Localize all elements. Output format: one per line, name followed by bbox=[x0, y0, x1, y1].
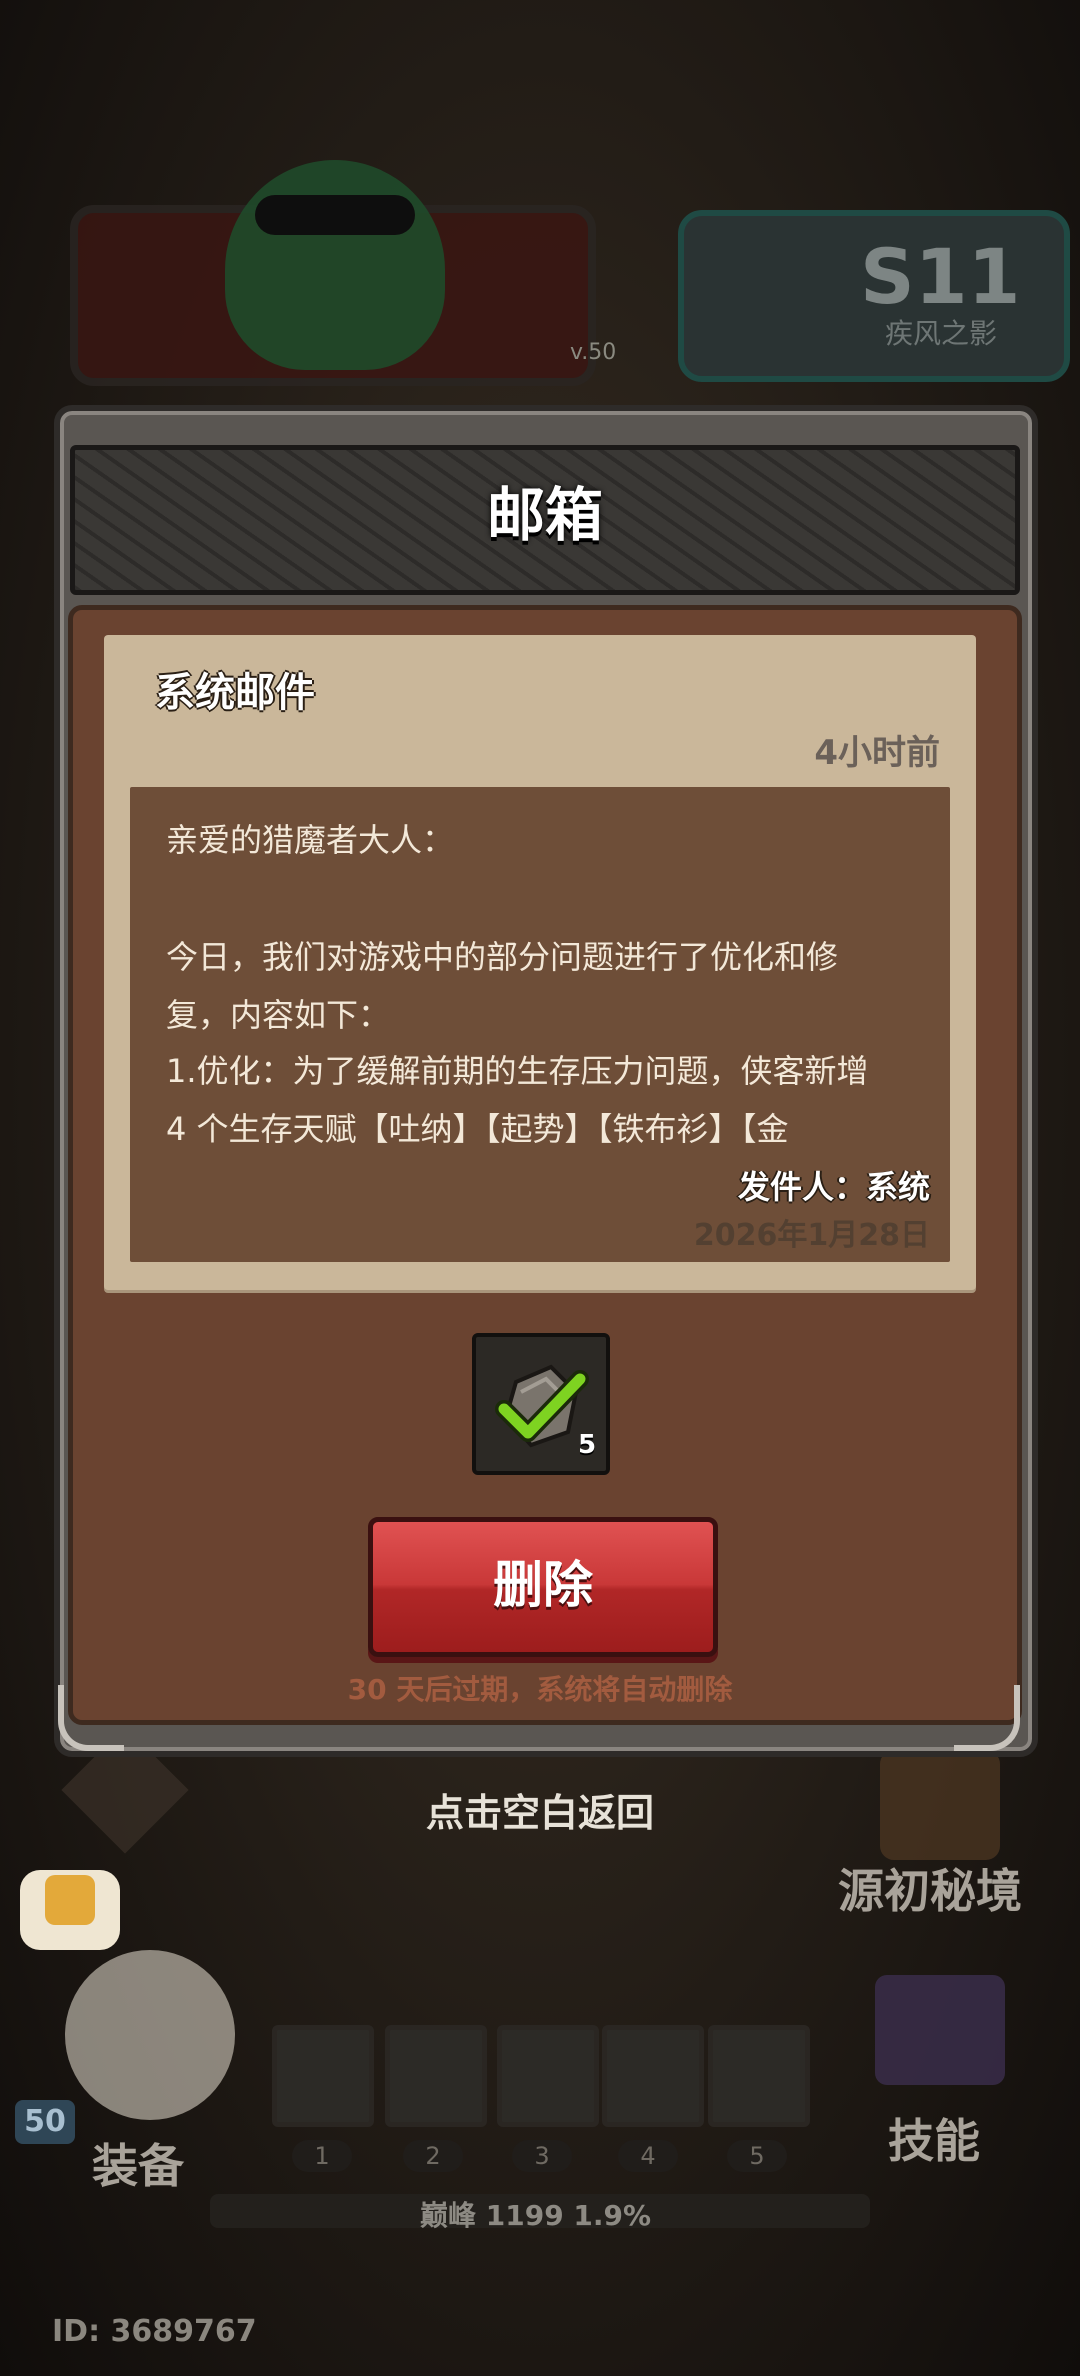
chat-emoji-icon bbox=[45, 1875, 95, 1925]
mail-line: 亲爱的猎魔者大人： bbox=[166, 821, 455, 859]
frame-corner-right bbox=[954, 1685, 1020, 1751]
mail-sender: 发件人：系统 bbox=[737, 1168, 930, 1206]
skill-slot-5[interactable] bbox=[708, 2025, 810, 2127]
mail-date: 2026年1月28日 bbox=[693, 1218, 930, 1253]
frame-corner-left bbox=[58, 1685, 124, 1751]
slot-number: 2 bbox=[403, 2140, 463, 2172]
frog-mascot bbox=[225, 160, 445, 370]
skill-label: 技能 bbox=[888, 2114, 980, 2168]
slot-number: 1 bbox=[292, 2140, 352, 2172]
slot-number: 5 bbox=[727, 2140, 787, 2172]
attachment-count: 5 bbox=[578, 1430, 597, 1460]
skill-slot-2[interactable] bbox=[385, 2025, 487, 2127]
skill-slot-1[interactable] bbox=[272, 2025, 374, 2127]
modal-title: 邮箱 bbox=[486, 481, 603, 549]
xp-text: 巅峰 1199 1.9% bbox=[420, 2199, 652, 2232]
player-level-badge: 50 bbox=[15, 2100, 75, 2144]
season-title: S11 bbox=[860, 232, 1021, 321]
mail-line: 复，内容如下： bbox=[166, 996, 391, 1034]
season-subtitle: 疾风之影 bbox=[885, 317, 998, 350]
mail-time: 4小时前 bbox=[814, 733, 940, 773]
mail-title: 系统邮件 bbox=[155, 670, 315, 716]
skill-slot-4[interactable] bbox=[602, 2025, 704, 2127]
mail-line: 1.优化：为了缓解前期的生存压力问题，侠客新增 bbox=[166, 1052, 869, 1090]
mail-line: 今日，我们对游戏中的部分问题进行了优化和修 bbox=[166, 938, 839, 976]
equip-label: 装备 bbox=[92, 2139, 184, 2193]
realm-label: 源初秘境 bbox=[838, 1864, 1022, 1918]
player-id: ID: 3689767 bbox=[52, 2314, 257, 2349]
frog-sunglasses bbox=[255, 195, 415, 235]
hero-avatar[interactable] bbox=[65, 1950, 235, 2120]
skill-slot-3[interactable] bbox=[497, 2025, 599, 2127]
skill-book-icon[interactable] bbox=[875, 1975, 1005, 2085]
mail-line: 4 个生存天赋【吐纳】【起势】【铁布衫】【金 bbox=[166, 1110, 789, 1148]
slot-number: 3 bbox=[512, 2140, 572, 2172]
expire-note: 30 天后过期，系统将自动删除 bbox=[347, 1673, 733, 1706]
slot-number: 4 bbox=[618, 2140, 678, 2172]
level-text: v.50 bbox=[570, 340, 617, 365]
delete-button[interactable]: 删除 bbox=[368, 1517, 718, 1657]
tap-blank-to-return[interactable]: 点击空白返回 bbox=[0, 1782, 1080, 1837]
